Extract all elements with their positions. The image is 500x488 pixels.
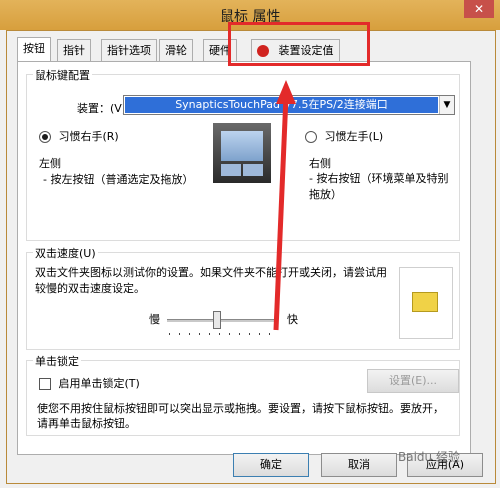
double-click-label: 双击速度(U)	[33, 245, 98, 261]
cancel-button[interactable]: 取消	[321, 453, 397, 477]
annotation-highlight-box	[228, 22, 370, 66]
double-click-slider[interactable]	[167, 311, 277, 329]
close-button[interactable]: ✕	[464, 0, 494, 18]
device-select[interactable]: SynapticsTouchPad V7.5在PS/2连接端口 ▼	[123, 95, 455, 115]
right-side-desc: - 按右按钮（环境菜单及特别拖放）	[309, 172, 449, 201]
watermark: Baidu 经验	[398, 450, 460, 464]
tab-buttons[interactable]: 按钮	[17, 37, 51, 62]
chevron-down-icon[interactable]: ▼	[439, 96, 454, 114]
mouse-properties-window: 鼠标 属性 ✕ 按钮 指针 指针选项 滑轮 硬件 装置设定值 鼠标键配置 装置：…	[0, 0, 500, 488]
click-lock-checkbox[interactable]: 启用单击锁定(T)	[39, 375, 140, 391]
tab-panel: 鼠标键配置 装置：(V) SynapticsTouchPad V7.5在PS/2…	[17, 61, 471, 455]
click-lock-settings-button[interactable]: 设置(E)...	[367, 369, 459, 393]
tab-pointers[interactable]: 指针	[57, 39, 91, 62]
click-lock-group: 单击锁定 启用单击锁定(T) 设置(E)... 使您不用按住鼠标按钮即可以突出显…	[26, 353, 460, 436]
left-hand-radio[interactable]: 习惯左手(L)	[305, 128, 383, 144]
left-hand-label: 习惯左手(L)	[324, 130, 384, 143]
checkbox-icon	[39, 378, 51, 390]
click-lock-desc: 使您不用按住鼠标按钮即可以突出显示或拖拽。要设置，请按下鼠标按钮。要放开，请再单…	[37, 402, 444, 430]
fast-label: 快	[287, 313, 298, 326]
left-side-title: 左侧	[39, 157, 61, 170]
slider-ticks	[169, 333, 275, 335]
slider-thumb[interactable]	[213, 311, 221, 329]
device-select-value: SynapticsTouchPad V7.5在PS/2连接端口	[125, 97, 438, 113]
click-lock-checkbox-label: 启用单击锁定(T)	[58, 377, 140, 390]
ok-button[interactable]: 确定	[233, 453, 309, 477]
slow-label: 慢	[149, 313, 160, 326]
button-config-group: 鼠标键配置 装置：(V) SynapticsTouchPad V7.5在PS/2…	[26, 67, 460, 241]
folder-icon[interactable]	[412, 292, 438, 312]
radio-checked-icon	[39, 131, 51, 143]
right-side-title: 右侧	[309, 157, 331, 170]
right-hand-label: 习惯右手(R)	[58, 130, 119, 143]
tab-pointer-options[interactable]: 指针选项	[101, 39, 157, 62]
click-lock-label: 单击锁定	[33, 353, 81, 369]
touchpad-image	[213, 123, 271, 183]
double-click-desc: 双击文件夹图标以测试你的设置。如果文件夹不能打开或关闭，请尝试用较慢的双击速度设…	[35, 266, 387, 295]
device-label: 装置：(V)	[77, 102, 127, 115]
left-side-desc: - 按左按钮（普通选定及拖放）	[43, 173, 194, 186]
radio-unchecked-icon	[305, 131, 317, 143]
tab-wheel[interactable]: 滑轮	[159, 39, 193, 62]
right-hand-radio[interactable]: 习惯右手(R)	[39, 128, 119, 144]
test-folder-area[interactable]	[399, 267, 453, 339]
double-click-group: 双击速度(U) 双击文件夹图标以测试你的设置。如果文件夹不能打开或关闭，请尝试用…	[26, 245, 460, 350]
dialog-client: 按钮 指针 指针选项 滑轮 硬件 装置设定值 鼠标键配置 装置：(V) Syna…	[6, 30, 496, 484]
button-config-label: 鼠标键配置	[33, 67, 92, 83]
